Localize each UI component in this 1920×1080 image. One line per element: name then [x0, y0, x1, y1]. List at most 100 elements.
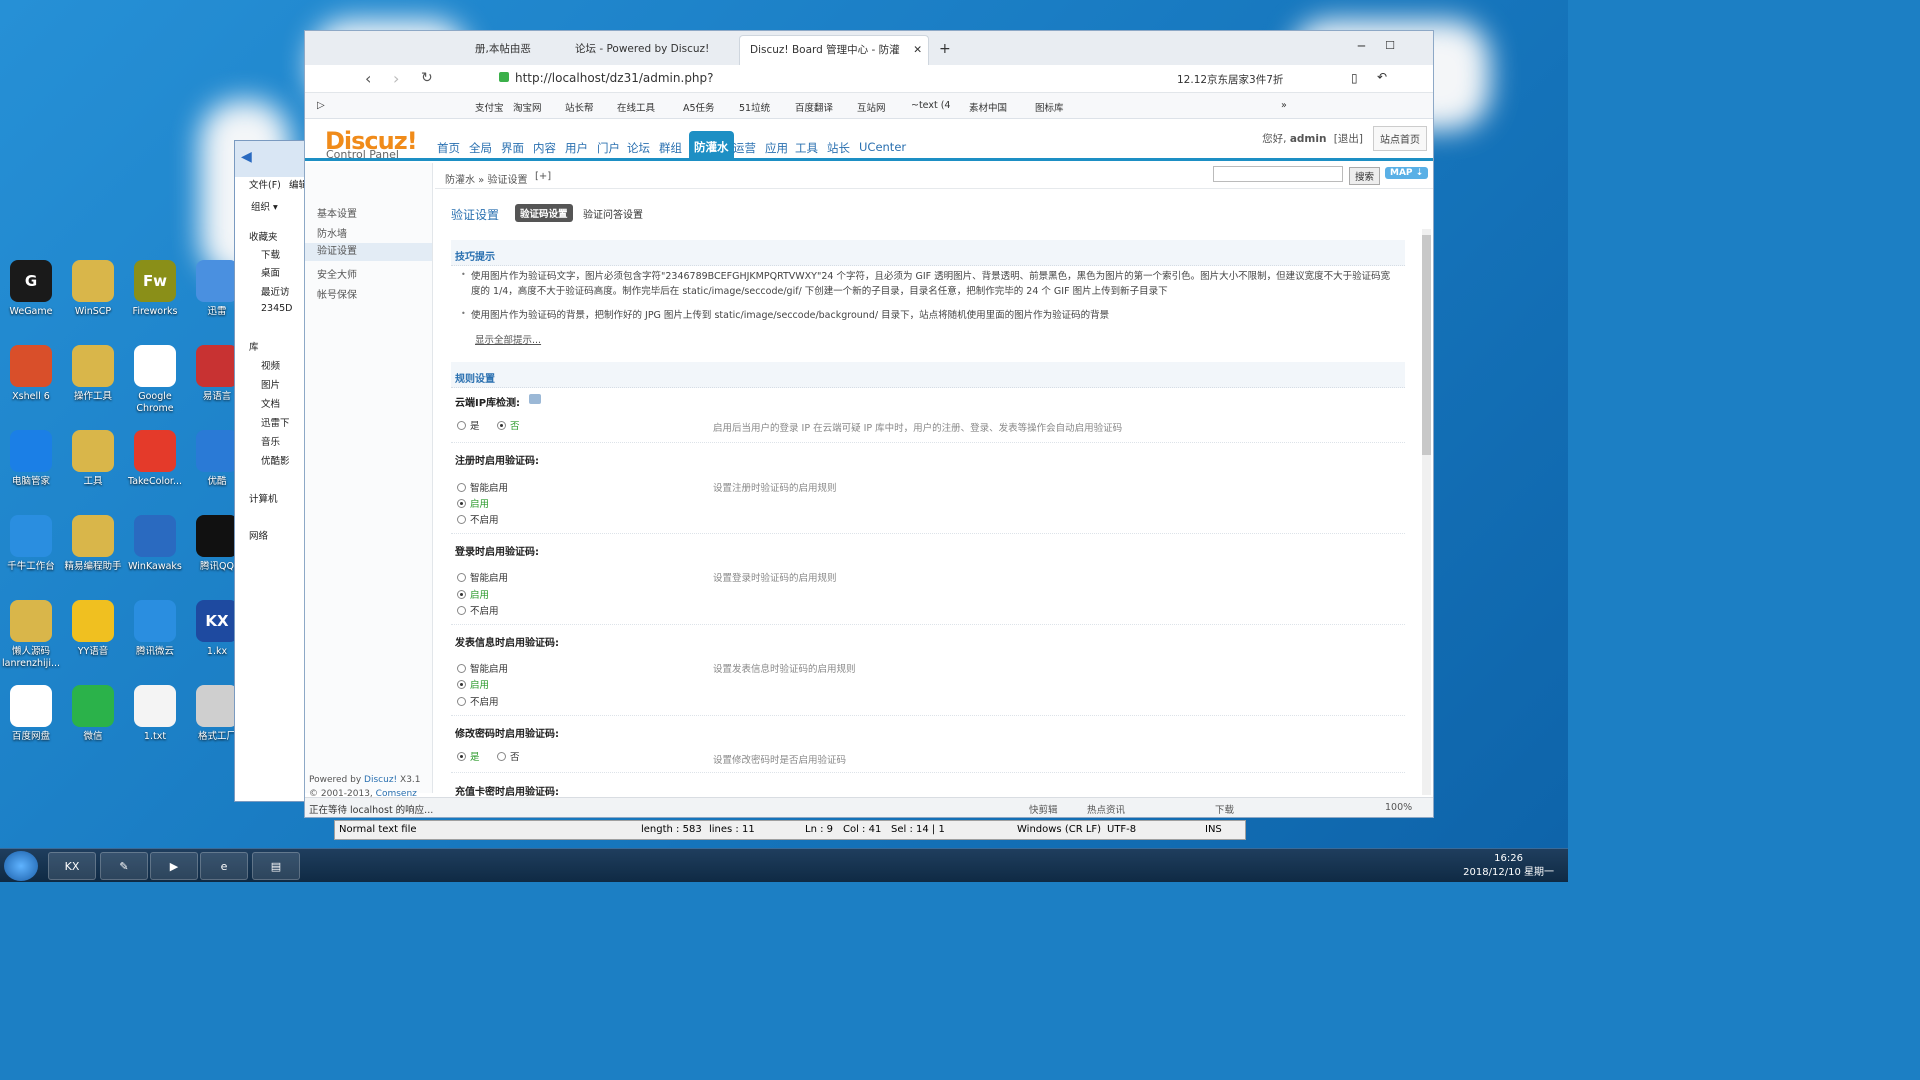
bookmark-item[interactable]: 百度翻译: [795, 100, 833, 114]
explorer-nav-item[interactable]: 最近访: [261, 284, 290, 298]
radio[interactable]: [457, 498, 466, 508]
radio[interactable]: [457, 482, 466, 492]
reg-disable[interactable]: 不启用: [457, 512, 499, 526]
login-disable[interactable]: 不启用: [457, 603, 499, 617]
post-enable[interactable]: 启用: [457, 677, 489, 691]
desktop-icon[interactable]: G WeGame: [0, 260, 62, 318]
pwd-no[interactable]: 否: [497, 749, 520, 763]
nav-item[interactable]: 内容: [533, 140, 556, 156]
bookmark-icon[interactable]: ▯: [1351, 71, 1358, 85]
explorer-nav-item[interactable]: 优酷影: [261, 453, 290, 467]
nav-item[interactable]: 界面: [501, 140, 524, 156]
tab-seccode[interactable]: 验证码设置: [515, 204, 573, 222]
logout-link[interactable]: [退出]: [1334, 133, 1363, 145]
explorer-nav-item[interactable]: 2345D: [261, 303, 293, 314]
radio[interactable]: [497, 751, 506, 761]
post-smart[interactable]: 智能启用: [457, 661, 508, 675]
desktop-icon[interactable]: TakeColor...: [124, 430, 186, 488]
desktop-icon[interactable]: 百度网盘: [0, 685, 62, 743]
more-bookmarks[interactable]: »: [1281, 100, 1287, 111]
explorer-nav-item[interactable]: 迅雷下: [261, 415, 290, 429]
nav-item[interactable]: 用户: [565, 140, 588, 156]
explorer-nav-item[interactable]: 收藏夹: [249, 229, 278, 243]
nav-item[interactable]: 首页: [437, 140, 460, 156]
desktop-icon[interactable]: 1.txt: [124, 685, 186, 743]
radio[interactable]: [457, 589, 466, 599]
desktop-icon[interactable]: YY语音: [62, 600, 124, 658]
tab-forum[interactable]: 论坛 - Powered by Discuz!: [565, 35, 719, 65]
scrollbar-thumb[interactable]: [1422, 235, 1431, 455]
tab-secqaa[interactable]: 验证问答设置: [583, 206, 643, 221]
start-button[interactable]: [4, 851, 38, 881]
reload-icon[interactable]: ↻: [421, 70, 433, 86]
radio[interactable]: [457, 420, 466, 430]
radio[interactable]: [457, 572, 466, 582]
close-icon[interactable]: ✕: [913, 36, 922, 64]
download-link[interactable]: 下载: [1215, 802, 1234, 816]
explorer-nav-item[interactable]: 视频: [261, 358, 280, 372]
bookmark-item[interactable]: ~text (4: [911, 100, 950, 111]
explorer-nav-item[interactable]: 桌面: [261, 265, 280, 279]
bookmark-item[interactable]: 站长帮: [565, 100, 594, 114]
cloud-ip-yes[interactable]: 是: [457, 418, 480, 432]
explorer-taskbar-icon[interactable]: ▤: [252, 852, 300, 880]
sidebar-item[interactable]: 防水墙: [317, 225, 347, 240]
notepad-taskbar-icon[interactable]: ✎: [100, 852, 148, 880]
explorer-nav-item[interactable]: 音乐: [261, 434, 280, 448]
bookmark-item[interactable]: 图标库: [1035, 100, 1064, 114]
bookmark-item[interactable]: 素材中国: [969, 100, 1007, 114]
desktop-icon[interactable]: WinKawaks: [124, 515, 186, 573]
post-disable[interactable]: 不启用: [457, 694, 499, 708]
scrollbar[interactable]: [1422, 229, 1431, 795]
bookmark-item[interactable]: 在线工具: [617, 100, 655, 114]
forward-icon[interactable]: ›: [393, 69, 399, 88]
help-icon[interactable]: [529, 394, 541, 404]
nav-item[interactable]: 防灌水: [689, 131, 734, 161]
desktop-icon[interactable]: 精易编程助手: [62, 515, 124, 573]
desktop-icon[interactable]: WinSCP: [62, 260, 124, 318]
browser-taskbar-icon[interactable]: e: [200, 852, 248, 880]
url-field[interactable]: http://localhost/dz31/admin.php?: [515, 71, 714, 85]
search-input[interactable]: [1213, 166, 1343, 182]
radio[interactable]: [457, 751, 466, 761]
maximize-icon[interactable]: ☐: [1385, 39, 1395, 52]
sidebar-item[interactable]: 安全大师: [317, 266, 357, 281]
desktop-icon[interactable]: 腾讯微云: [124, 600, 186, 658]
radio[interactable]: [497, 420, 506, 430]
zoom-level[interactable]: 100%: [1385, 802, 1412, 813]
sidebar-toggle-icon[interactable]: ▷: [317, 100, 325, 111]
back-icon[interactable]: ‹: [365, 69, 371, 88]
nav-item[interactable]: UCenter: [859, 140, 906, 154]
back-icon[interactable]: ◀: [241, 149, 252, 165]
nav-item[interactable]: 运营: [733, 140, 756, 156]
nav-item[interactable]: 门户: [597, 140, 620, 156]
show-all-tips-link[interactable]: 显示全部提示...: [475, 332, 541, 346]
desktop-icon[interactable]: Google Chrome: [124, 345, 186, 415]
nav-item[interactable]: 站长: [827, 140, 850, 156]
nav-item[interactable]: 应用: [765, 140, 788, 156]
explorer-nav-item[interactable]: 下载: [261, 247, 280, 261]
clock[interactable]: 16:26 2018/12/10 星期一: [1463, 852, 1554, 880]
bookmark-item[interactable]: 支付宝: [475, 100, 504, 114]
search-button[interactable]: 搜索: [1349, 167, 1381, 185]
desktop-icon[interactable]: 操作工具: [62, 345, 124, 403]
nav-item[interactable]: 全局: [469, 140, 492, 156]
tab-admin[interactable]: Discuz! Board 管理中心 - 防灌 ✕: [739, 35, 929, 65]
explorer-nav-item[interactable]: 计算机: [249, 491, 278, 505]
footer-brand-link[interactable]: Discuz!: [364, 775, 397, 785]
radio[interactable]: [457, 514, 466, 524]
bookmark-item[interactable]: 淘宝网: [513, 100, 542, 114]
promo-link[interactable]: 12.12京东居家3件7折: [1177, 72, 1283, 87]
sidebar-item[interactable]: 基本设置: [317, 205, 357, 220]
bookmark-item[interactable]: A5任务: [683, 100, 715, 114]
reg-enable[interactable]: 启用: [457, 496, 489, 510]
login-enable[interactable]: 启用: [457, 587, 489, 601]
bookmark-item[interactable]: 互站网: [857, 100, 886, 114]
video-taskbar-icon[interactable]: ▶: [150, 852, 198, 880]
explorer-nav-item[interactable]: 库: [249, 339, 259, 353]
hot-news-link[interactable]: 热点资讯: [1087, 802, 1125, 816]
desktop-icon[interactable]: Xshell 6: [0, 345, 62, 403]
nav-item[interactable]: 工具: [795, 140, 818, 156]
bookmark-item[interactable]: 51垃统: [739, 100, 770, 114]
tab-forum-post[interactable]: 册,本帖由恶: [465, 35, 541, 65]
